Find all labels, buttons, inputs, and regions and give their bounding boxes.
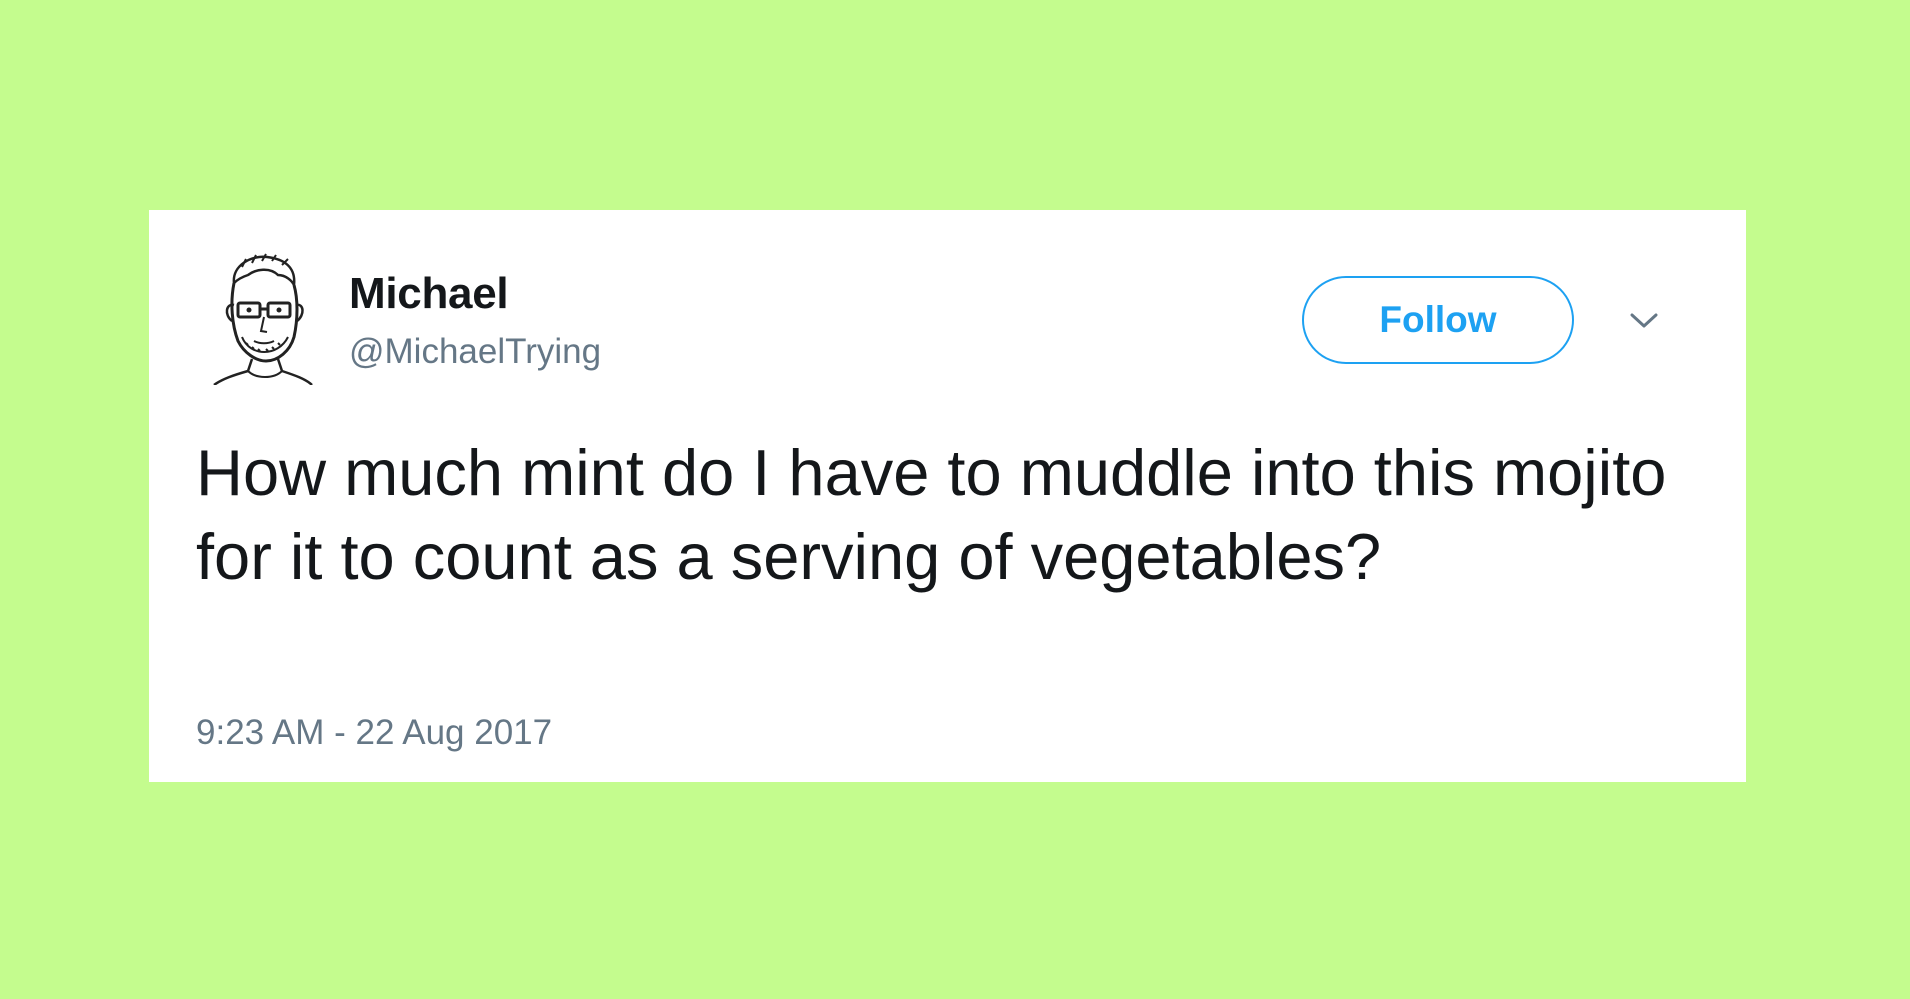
avatar[interactable] [212,253,314,385]
tweet-menu-button[interactable] [1627,306,1661,334]
tweet-timestamp[interactable]: 9:23 AM - 22 Aug 2017 [196,715,552,750]
author-name[interactable]: Michael [349,272,509,316]
sketch-portrait-icon [213,253,313,385]
chevron-down-icon [1630,313,1658,328]
author-handle[interactable]: @MichaelTrying [349,334,601,369]
follow-button[interactable]: Follow [1302,276,1574,364]
tweet-card: Michael @MichaelTrying Follow How much m… [149,210,1746,782]
tweet-text: How much mint do I have to muddle into t… [196,436,1667,593]
